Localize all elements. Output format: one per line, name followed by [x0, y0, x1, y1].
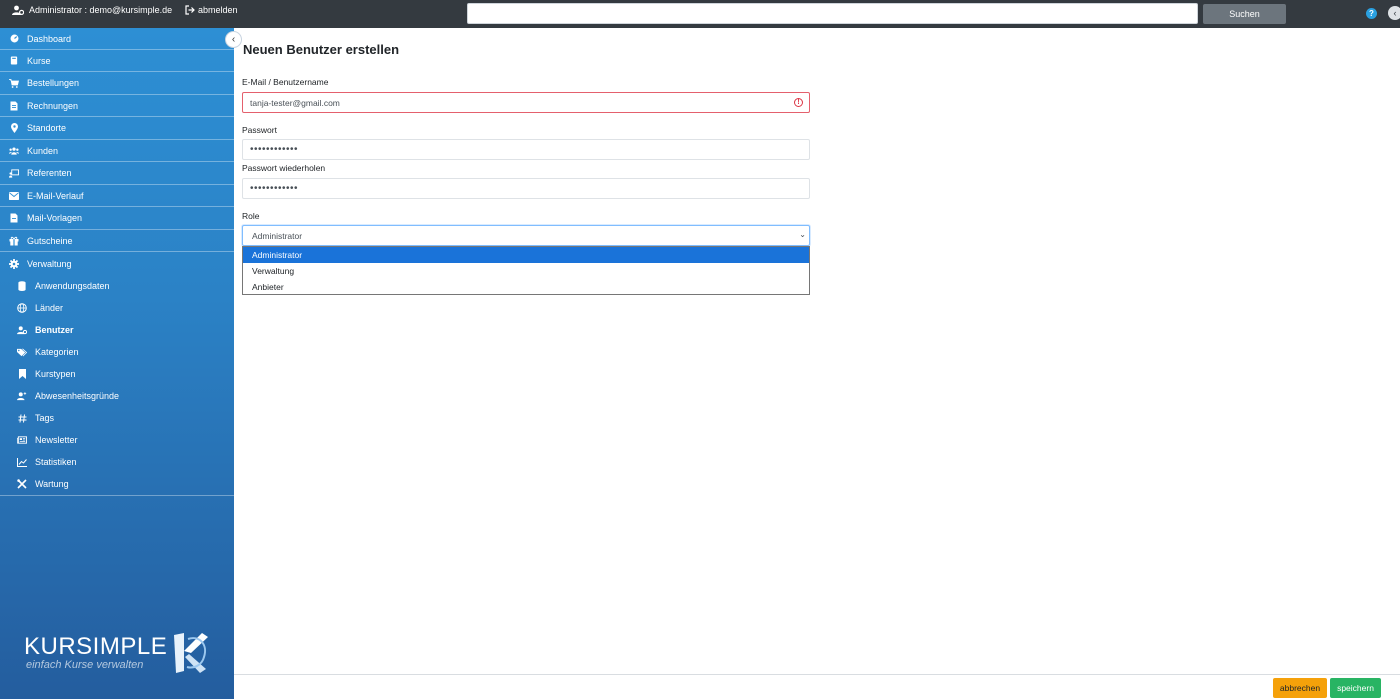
file-icon	[9, 213, 19, 223]
email-value: tanja-tester@gmail.com	[250, 97, 340, 108]
hashtag-icon	[17, 413, 27, 423]
password-repeat-label: Passwort wiederholen	[242, 163, 326, 173]
sidebar-item-email-verlauf[interactable]: E-Mail-Verlauf	[0, 185, 234, 207]
database-icon	[17, 281, 27, 291]
save-button[interactable]: speichern	[1330, 678, 1381, 698]
role-option-administrator[interactable]: Administrator	[243, 247, 809, 263]
gift-icon	[9, 236, 19, 246]
sidebar-subitem-wartung[interactable]: Wartung	[0, 473, 234, 495]
invoice-icon	[9, 101, 19, 111]
logout-label: abmelden	[198, 5, 238, 15]
page-title: Neuen Benutzer erstellen	[243, 42, 400, 57]
chevron-down-icon: ⌄	[799, 230, 806, 239]
role-option-anbieter[interactable]: Anbieter	[243, 279, 809, 295]
role-label: Role	[242, 211, 260, 221]
dashboard-icon	[9, 34, 19, 44]
password-repeat-field[interactable]: ••••••••••••	[242, 178, 810, 199]
presenter-icon	[9, 168, 19, 178]
sidebar-subitem-benutzer[interactable]: Benutzer	[0, 319, 234, 341]
chevron-left-icon[interactable]: ‹	[1388, 6, 1400, 20]
sign-out-icon	[185, 5, 195, 15]
help-icon[interactable]: ?	[1366, 8, 1377, 19]
sidebar-item-rechnungen[interactable]: Rechnungen	[0, 95, 234, 117]
email-field[interactable]: tanja-tester@gmail.com !	[242, 92, 810, 113]
password-value: ••••••••••••	[250, 143, 299, 155]
sidebar-divider	[0, 495, 234, 496]
map-marker-icon	[9, 123, 19, 133]
user-label: Administrator : demo@kursimple.de	[29, 5, 173, 15]
kursimple-logo-icon	[174, 633, 208, 673]
password-repeat-value: ••••••••••••	[250, 182, 299, 194]
globe-icon	[17, 303, 27, 313]
role-value: Administrator	[252, 230, 303, 241]
sidebar-subitem-abwesenheitsgruende[interactable]: Abwesenheitsgründe	[0, 385, 234, 407]
role-dropdown-list: Administrator Verwaltung Anbieter	[242, 246, 810, 295]
sidebar-item-gutscheine[interactable]: Gutscheine	[0, 230, 234, 252]
sidebar-item-kunden[interactable]: Kunden	[0, 140, 234, 162]
users-icon	[9, 146, 19, 156]
envelope-icon	[9, 191, 19, 201]
sidebar-item-referenten[interactable]: Referenten	[0, 163, 234, 185]
newspaper-icon	[17, 435, 27, 445]
password-field[interactable]: ••••••••••••	[242, 139, 810, 160]
tools-icon	[17, 479, 27, 489]
error-icon: !	[794, 98, 803, 107]
book-icon	[9, 56, 19, 66]
sidebar-subitem-statistiken[interactable]: Statistiken	[0, 451, 234, 473]
footer-bar: abbrechen speichern	[234, 674, 1400, 699]
sidebar-subitem-tags[interactable]: Tags	[0, 407, 234, 429]
cancel-button[interactable]: abbrechen	[1273, 678, 1327, 698]
sidebar-item-standorte[interactable]: Standorte	[0, 118, 234, 140]
sidebar: ‹ Dashboard Kurse Bestellungen Rechnunge…	[0, 28, 242, 699]
user-clock-icon	[17, 391, 27, 401]
logout-link[interactable]: abmelden	[185, 4, 238, 16]
brand-tagline: einfach Kurse verwalten	[26, 659, 144, 671]
gear-icon	[9, 258, 19, 269]
sidebar-subitem-anwendungsdaten[interactable]: Anwendungsdaten	[0, 275, 234, 297]
main-content: Neuen Benutzer erstellen E-Mail / Benutz…	[234, 28, 1400, 674]
user-gear-icon	[17, 325, 27, 335]
brand-logo: KURSIMPLE einfach Kurse verwalten	[24, 631, 214, 681]
sidebar-item-bestellungen[interactable]: Bestellungen	[0, 73, 234, 95]
sidebar-subitem-laender[interactable]: Länder	[0, 297, 234, 319]
tags-icon	[17, 347, 27, 357]
sidebar-item-verwaltung[interactable]: Verwaltung	[0, 253, 234, 275]
user-info: Administrator : demo@kursimple.de	[12, 4, 172, 16]
email-label: E-Mail / Benutzername	[242, 77, 329, 87]
role-select[interactable]: Administrator ⌄	[242, 225, 810, 246]
cart-icon	[9, 78, 19, 88]
role-option-verwaltung[interactable]: Verwaltung	[243, 263, 809, 279]
password-label: Passwort	[242, 125, 277, 135]
sidebar-subitem-kategorien[interactable]: Kategorien	[0, 341, 234, 363]
chevron-left-icon: ‹	[231, 34, 236, 45]
chart-icon	[17, 457, 27, 467]
bookmark-icon	[17, 369, 27, 379]
sidebar-subitem-kurstypen[interactable]: Kurstypen	[0, 363, 234, 385]
brand-name: KURSIMPLE	[24, 633, 168, 660]
sidebar-item-dashboard[interactable]: Dashboard	[0, 28, 234, 50]
search-input[interactable]	[467, 3, 1198, 24]
sidebar-subitem-newsletter[interactable]: Newsletter	[0, 429, 234, 451]
sidebar-item-kurse[interactable]: Kurse	[0, 50, 234, 72]
user-gear-icon	[12, 5, 24, 15]
sidebar-item-mail-vorlagen[interactable]: Mail-Vorlagen	[0, 208, 234, 230]
search-button[interactable]: Suchen	[1203, 4, 1286, 24]
sidebar-toggle-button[interactable]: ‹	[225, 31, 242, 48]
top-bar: Administrator : demo@kursimple.de abmeld…	[0, 0, 1400, 28]
